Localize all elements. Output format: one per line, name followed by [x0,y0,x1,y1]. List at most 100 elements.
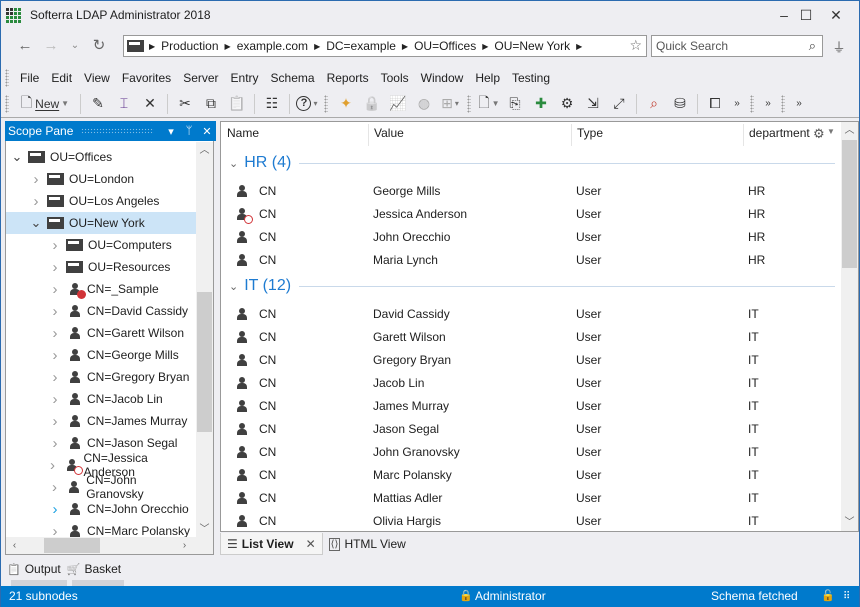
breadcrumb-item[interactable]: ▶ OU=New York [482,39,570,53]
tree-node[interactable]: › CN=_Sample [6,278,196,300]
overflow-button[interactable]: » [791,93,807,115]
column-divider[interactable] [368,124,369,146]
close-icon[interactable]: ✕ [198,125,216,138]
list-row[interactable]: CN Jacob Lin User IT [221,372,836,395]
help-button[interactable]: ? ▾ [295,93,319,115]
settings-button[interactable]: ⚙ [555,93,579,115]
tree-node[interactable]: › CN=James Murray [6,410,196,432]
chevron-right-icon[interactable]: › [48,479,62,496]
tree-node[interactable]: ⌄ OU=Offices [6,146,196,168]
chevron-right-icon[interactable]: › [48,259,62,276]
tree-node[interactable]: › CN=Jacob Lin [6,388,196,410]
menu-help[interactable]: Help [469,67,506,89]
chevron-down-icon[interactable]: ▾ [455,99,459,108]
menu-view[interactable]: View [78,67,116,89]
list-row[interactable]: CN James Murray User IT [221,395,836,418]
chevron-down-icon[interactable]: ⌄ [229,157,238,170]
list-row[interactable]: CN Maria Lynch User HR [221,249,836,272]
breadcrumb-arrow-icon[interactable]: ▶ [149,42,155,51]
tree-node[interactable]: › CN=Garett Wilson [6,322,196,344]
monitor-button[interactable]: 📈 [386,93,410,115]
scroll-left-icon[interactable]: ‹ [6,537,23,554]
column-header-department[interactable]: department [749,122,810,144]
search-icon[interactable]: ⌕ [809,38,816,54]
scroll-right-icon[interactable]: › [176,537,193,554]
list-row[interactable]: CN Garett Wilson User IT [221,326,836,349]
pin-icon[interactable]: ᛘ [180,125,198,137]
list-row[interactable]: CN John Granovsky User IT [221,441,836,464]
forward-button[interactable]: → [41,35,61,55]
new-entry-button[interactable]: ✦ [334,93,358,115]
chevron-down-icon[interactable]: ▼ [61,99,69,108]
copy-button[interactable]: ⧉ [199,93,223,115]
export-button[interactable]: ⎘ [503,93,527,115]
breadcrumb-item[interactable]: ▶ example.com [225,39,309,53]
chevron-right-icon[interactable]: › [48,413,62,430]
tab-basket[interactable]: 🛒 Basket [67,562,121,576]
connect-icon[interactable]: ⏚ [829,37,849,55]
horizontal-scrollbar[interactable]: ‹ › [6,537,213,554]
chevron-right-icon[interactable]: › [48,303,62,320]
delete-button[interactable]: ✕ [138,93,162,115]
add-edit-button[interactable]: ✚ [529,93,553,115]
chevron-right-icon[interactable]: › [48,281,62,298]
scrollbar-thumb[interactable] [44,538,100,553]
scrollbar-thumb[interactable] [842,140,857,268]
list-row[interactable]: CN Olivia Hargis User IT [221,510,836,533]
close-button[interactable]: ✕ [813,1,859,29]
tree-node[interactable]: › CN=Gregory Bryan [6,366,196,388]
tree-node[interactable]: › OU=Resources [6,256,196,278]
cut-button[interactable]: ✂ [173,93,197,115]
find-button[interactable]: ⌕ [642,93,666,115]
quick-search-box[interactable]: ⌕ [651,35,823,57]
column-header-name[interactable]: Name [227,122,259,144]
overflow-button[interactable]: » [760,93,776,115]
lock-button[interactable]: 🔒 [360,93,384,115]
tree-node[interactable]: › CN=John Granovsky [6,473,196,501]
menu-window[interactable]: Window [415,67,470,89]
chevron-right-icon[interactable]: › [29,171,43,188]
scroll-down-icon[interactable]: ﹀ [196,521,213,538]
tree-node[interactable]: › OU=Computers [6,234,196,256]
tree-node[interactable]: › CN=George Mills [6,344,196,366]
menu-entry[interactable]: Entry [225,67,265,89]
properties-button[interactable]: ☷ [260,93,284,115]
column-header-value[interactable]: Value [374,122,404,144]
toolbar-grip[interactable] [324,94,328,113]
menu-file[interactable]: File [14,67,45,89]
list-row[interactable]: CN David Cassidy User IT [221,303,836,326]
chevron-right-icon[interactable]: › [48,369,62,386]
windows-button[interactable]: ⧠ [703,93,727,115]
tree-node[interactable]: › OU=Los Angeles [6,190,196,212]
list-row[interactable]: CN Jason Segal User IT [221,418,836,441]
list-row[interactable]: CN Mattias Adler User IT [221,487,836,510]
overflow-button[interactable]: » [729,93,745,115]
list-row[interactable]: CN John Orecchio User HR [221,226,836,249]
list-row[interactable]: CN Gregory Bryan User IT [221,349,836,372]
menu-tools[interactable]: Tools [375,67,415,89]
column-options-gear-icon[interactable]: ⚙ [813,126,825,142]
column-header-type[interactable]: Type [577,122,603,144]
toolbar-grip[interactable] [781,94,785,113]
breadcrumb-arrow-icon[interactable]: ▶ [314,42,320,51]
toolbar-grip[interactable] [750,94,754,113]
chevron-right-icon[interactable]: › [48,435,62,452]
tab-list-view[interactable]: ☰ List View ✕ [220,533,323,555]
column-divider[interactable] [743,124,744,146]
scroll-up-icon[interactable]: ︿ [196,142,213,159]
group-header[interactable]: ⌄ IT (12) [229,274,835,298]
menu-edit[interactable]: Edit [45,67,78,89]
edit-button[interactable]: ✎ [86,93,110,115]
scrollbar-thumb[interactable] [197,292,212,432]
drag-handle[interactable] [81,128,154,134]
chevron-right-icon[interactable]: › [48,347,62,364]
close-tab-icon[interactable]: ✕ [306,537,316,551]
chevron-right-icon[interactable]: › [48,325,62,342]
new-button[interactable]: 🗋 New ▼ [15,93,75,115]
scroll-up-icon[interactable]: ︿ [841,122,858,139]
chevron-down-icon[interactable]: ⌄ [229,280,238,293]
back-button[interactable]: ← [15,35,35,55]
history-dropdown[interactable]: ⌄ [65,35,85,55]
breadcrumb-item[interactable]: ▶ OU=Offices [402,39,476,53]
quick-search-input[interactable] [656,39,796,53]
